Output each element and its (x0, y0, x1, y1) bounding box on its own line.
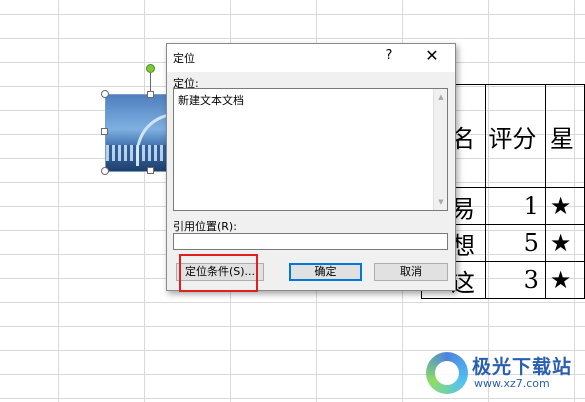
table-header-cell[interactable]: 星 (544, 84, 585, 188)
resize-handle-top-left[interactable] (101, 90, 109, 98)
table-cell[interactable]: ★ (544, 261, 585, 299)
reference-label: 引用位置(R): (173, 220, 237, 233)
list-item[interactable]: 新建文本文档 (178, 92, 244, 108)
watermark-url: www.xz7.com (474, 377, 550, 390)
table-cell[interactable]: 1 (484, 187, 546, 225)
table-cell[interactable]: 5 (484, 224, 546, 262)
ok-button[interactable]: 确定 (289, 263, 362, 281)
table-header-cell[interactable]: 评分 (484, 84, 546, 188)
scroll-down-icon[interactable]: ▼ (434, 196, 448, 208)
goto-listbox[interactable]: 新建文本文档 ▲ ▼ (173, 88, 448, 211)
scroll-up-icon[interactable]: ▲ (434, 91, 448, 103)
resize-handle-top[interactable] (147, 91, 154, 98)
watermark-logo: 极光下载站 www.xz7.com (426, 350, 584, 400)
table-cell[interactable]: 3 (484, 261, 546, 299)
selected-picture[interactable] (105, 94, 167, 172)
rotate-handle[interactable] (146, 64, 155, 73)
watermark-name: 极光下载站 (472, 356, 573, 378)
table-cell[interactable]: ★ (544, 224, 585, 262)
close-icon[interactable]: ✕ (422, 46, 442, 65)
listbox-scrollbar[interactable]: ▲ ▼ (433, 89, 447, 210)
reference-input[interactable] (173, 233, 448, 250)
dialog-title: 定位 (173, 52, 195, 65)
annotation-highlight-box (179, 254, 258, 292)
resize-handle-bottom-left[interactable] (101, 167, 109, 175)
resize-handle-left[interactable] (101, 128, 108, 135)
resize-handle-bottom[interactable] (147, 167, 154, 174)
table-cell[interactable]: ★ (544, 187, 585, 225)
picture-city-graphic (106, 145, 166, 161)
help-icon[interactable]: ? (379, 48, 399, 63)
dialog-titlebar[interactable]: 定位 ? ✕ (167, 44, 455, 72)
swirl-logo-icon (426, 352, 468, 394)
cancel-button[interactable]: 取消 (374, 263, 448, 281)
